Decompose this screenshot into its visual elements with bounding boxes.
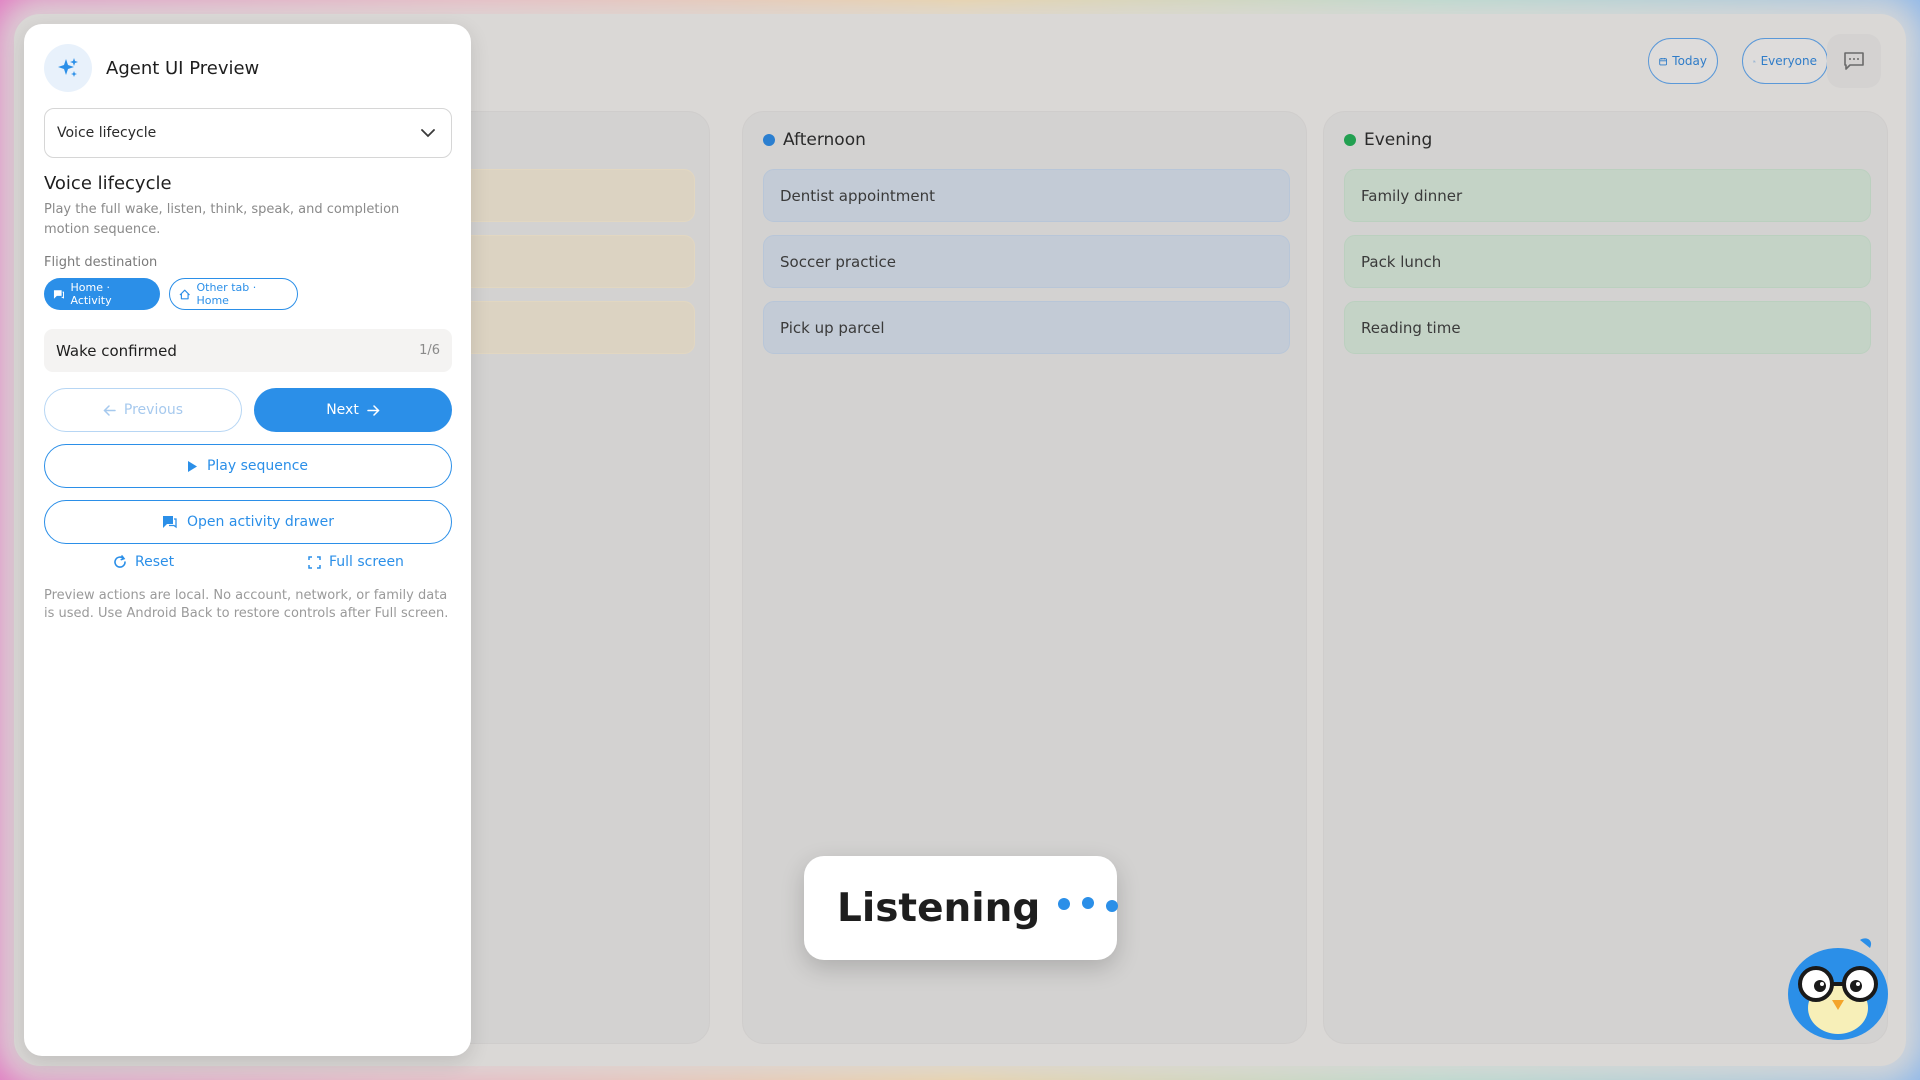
everyone-label: Everyone bbox=[1760, 54, 1817, 68]
destination-chip-home-activity[interactable]: Home · Activity bbox=[44, 278, 160, 310]
reset-label: Reset bbox=[135, 554, 175, 570]
panel-title: Agent UI Preview bbox=[106, 57, 260, 79]
chip-label: Home · Activity bbox=[70, 281, 112, 307]
task-lunch[interactable]: Pack lunch bbox=[1344, 235, 1871, 288]
next-button[interactable]: Next bbox=[254, 388, 452, 432]
scenario-select[interactable]: Voice lifecycle bbox=[44, 108, 452, 158]
scenario-select-value: Voice lifecycle bbox=[57, 125, 157, 141]
afternoon-header: Afternoon bbox=[763, 130, 866, 150]
task-parcel[interactable]: Pick up parcel bbox=[763, 301, 1290, 354]
calendar-icon bbox=[1659, 57, 1668, 65]
task-label: Dentist appointment bbox=[780, 186, 935, 205]
task-dentist[interactable]: Dentist appointment bbox=[763, 169, 1290, 222]
arrow-left-icon bbox=[103, 404, 116, 416]
task-label: Pack lunch bbox=[1361, 252, 1442, 271]
listening-indicator: Listening bbox=[804, 856, 1119, 960]
sparkle-badge bbox=[44, 44, 92, 92]
arrow-right-icon bbox=[367, 404, 380, 416]
people-icon bbox=[1753, 60, 1756, 62]
preview-footnote: Preview actions are local. No account, n… bbox=[44, 588, 449, 621]
listening-dot bbox=[1106, 899, 1119, 912]
owl-mascot-icon[interactable] bbox=[1782, 936, 1894, 1044]
home-icon bbox=[179, 289, 190, 299]
panel-header: Agent UI Preview bbox=[44, 44, 259, 92]
afternoon-title: Afternoon bbox=[783, 130, 866, 150]
chat-bubble-icon bbox=[53, 289, 65, 299]
everyone-filter-button[interactable]: Everyone bbox=[1742, 38, 1828, 84]
section-title: Voice lifecycle bbox=[44, 173, 172, 194]
play-sequence-button[interactable]: Play sequence bbox=[44, 444, 452, 488]
fullscreen-icon bbox=[308, 555, 321, 569]
fullscreen-label: Full screen bbox=[329, 554, 404, 570]
chat-bubble-icon bbox=[163, 516, 177, 529]
evening-title: Evening bbox=[1364, 130, 1433, 150]
reset-button[interactable]: Reset bbox=[113, 554, 174, 570]
previous-button[interactable]: Previous bbox=[44, 388, 242, 432]
agent-preview-panel: Agent UI Preview Voice lifecycle Voice l… bbox=[24, 24, 471, 1056]
evening-header: Evening bbox=[1344, 130, 1432, 150]
previous-label: Previous bbox=[123, 402, 184, 418]
evening-column: Evening Family dinner Pack lunch Reading… bbox=[1323, 111, 1888, 1044]
afternoon-dot bbox=[763, 134, 775, 146]
today-filter-button[interactable]: Today bbox=[1648, 38, 1718, 84]
task-reading[interactable]: Reading time bbox=[1344, 301, 1871, 354]
task-soccer[interactable]: Soccer practice bbox=[763, 235, 1290, 288]
fullscreen-button[interactable]: Full screen bbox=[308, 554, 404, 570]
sparkle-icon bbox=[58, 58, 78, 77]
task-label: Family dinner bbox=[1361, 186, 1463, 205]
today-label: Today bbox=[1672, 54, 1707, 68]
step-status: Wake confirmed 1/6 bbox=[44, 329, 452, 372]
play-icon bbox=[187, 460, 197, 472]
task-label: Reading time bbox=[1361, 318, 1461, 337]
next-label: Next bbox=[326, 402, 359, 418]
chevron-down-icon bbox=[421, 128, 435, 137]
chip-label: Other tab · Home bbox=[196, 281, 257, 307]
listening-dot bbox=[1058, 898, 1071, 910]
evening-dot bbox=[1344, 134, 1356, 146]
task-label: Soccer practice bbox=[780, 252, 897, 271]
play-label: Play sequence bbox=[206, 458, 309, 474]
messages-button[interactable] bbox=[1827, 34, 1881, 88]
refresh-icon bbox=[114, 555, 126, 568]
listening-dots bbox=[1058, 896, 1119, 912]
chat-icon bbox=[1844, 52, 1864, 70]
listening-dot bbox=[1082, 896, 1095, 909]
task-label: Pick up parcel bbox=[780, 318, 885, 337]
destination-chip-other-home[interactable]: Other tab · Home bbox=[169, 278, 298, 310]
open-activity-drawer-button[interactable]: Open activity drawer bbox=[44, 500, 452, 544]
step-status-label: Wake confirmed bbox=[56, 341, 177, 360]
section-description: Play the full wake, listen, think, speak… bbox=[44, 202, 400, 237]
drawer-label: Open activity drawer bbox=[187, 514, 334, 530]
listening-label: Listening bbox=[837, 885, 1041, 931]
destination-label: Flight destination bbox=[44, 255, 158, 270]
step-counter: 1/6 bbox=[419, 343, 440, 358]
task-dinner[interactable]: Family dinner bbox=[1344, 169, 1871, 222]
